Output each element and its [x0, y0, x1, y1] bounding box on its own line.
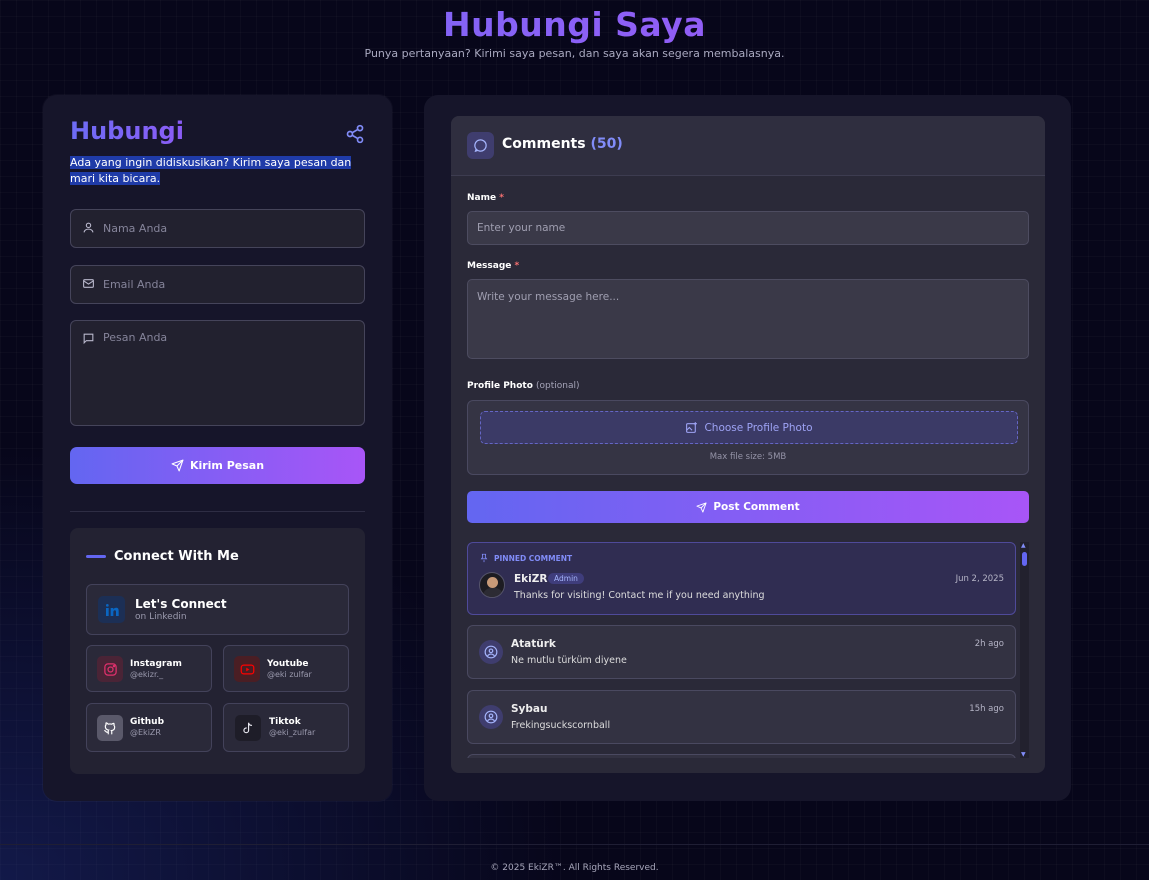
pin-icon [480, 553, 488, 563]
comment-time: 15h ago [969, 704, 1004, 714]
pinned-comment: PINNED COMMENT EkiZR Admin Jun 2, 2025 T… [467, 542, 1016, 615]
contact-card: Hubungi Ada yang ingin didiskusikan? Kir… [43, 95, 392, 801]
message-input[interactable] [103, 331, 356, 411]
user-icon [83, 222, 94, 233]
comment-author: Sybau [511, 703, 548, 715]
photo-upload-area: Choose Profile Photo Max file size: 5MB [467, 400, 1029, 475]
github-name: Github [130, 717, 165, 727]
comments-list[interactable]: PINNED COMMENT EkiZR Admin Jun 2, 2025 T… [467, 542, 1029, 758]
comment-item: Sybau 15h ago Frekingsuckscornball [467, 690, 1016, 744]
user-circle-icon [479, 705, 503, 729]
connect-title: Connect With Me [86, 549, 239, 564]
comment-message: Ne mutlu türküm diyene [511, 655, 627, 666]
email-field[interactable] [70, 265, 365, 304]
comment-name-input[interactable] [467, 211, 1029, 245]
tiktok-name: Tiktok [269, 717, 301, 727]
message-field[interactable] [70, 320, 365, 426]
name-field[interactable] [70, 209, 365, 248]
admin-badge: Admin [548, 573, 584, 584]
comments-count: (50) [590, 136, 623, 152]
connect-section: Connect With Me Let's Connect on Linkedi… [70, 528, 365, 774]
comments-panel: Comments (50) Name * Message * Profile P… [451, 116, 1045, 773]
post-comment-button[interactable]: Post Comment [467, 491, 1029, 523]
tiktok-handle: @eki_zulfar [269, 728, 316, 737]
max-file-size: Max file size: 5MB [709, 452, 787, 462]
linkedin-handle: on Linkedin [135, 612, 187, 622]
linkedin-icon [98, 596, 125, 623]
photo-label: Profile Photo (optional) [467, 381, 580, 391]
name-label: Name * [467, 193, 504, 203]
youtube-icon [234, 656, 260, 682]
comment-author: EkiZR [514, 573, 548, 585]
github-link[interactable]: Github @EkiZR [86, 703, 212, 752]
divider [70, 511, 365, 512]
comments-card: Comments (50) Name * Message * Profile P… [424, 95, 1071, 801]
comment-time: 2h ago [974, 639, 1004, 649]
scrollbar-thumb[interactable] [1022, 552, 1027, 566]
comment-message: Thanks for visiting! Contact me if you n… [514, 590, 765, 601]
image-plus-icon [686, 422, 698, 433]
github-icon [97, 715, 123, 741]
page-title: Hubungi Saya [0, 6, 1149, 44]
user-circle-icon [479, 640, 503, 664]
title-accent-bar [86, 555, 106, 558]
pinned-label: PINNED COMMENT [479, 553, 572, 563]
comment-author: Atatürk [511, 638, 556, 650]
linkedin-link[interactable]: Let's Connect on Linkedin [86, 584, 349, 635]
email-input[interactable] [103, 266, 356, 303]
comment-message: Frekingsuckscornball [511, 720, 611, 731]
mail-icon [83, 279, 94, 288]
comment-message-input[interactable] [467, 279, 1029, 359]
comment-time: Jun 2, 2025 [955, 574, 1004, 584]
share-icon[interactable] [345, 124, 365, 144]
linkedin-name: Let's Connect [135, 597, 227, 611]
comments-header: Comments (50) [451, 116, 1045, 176]
instagram-link[interactable]: Instagram @ekizr._ [86, 645, 212, 692]
github-handle: @EkiZR [130, 728, 161, 737]
message-label: Message * [467, 261, 520, 271]
scroll-down-icon[interactable]: ▼ [1021, 751, 1026, 758]
tiktok-icon [235, 715, 261, 741]
contact-subtitle: Ada yang ingin didiskusikan? Kirim saya … [70, 156, 352, 185]
contact-title: Hubungi [70, 117, 184, 145]
send-icon [696, 501, 707, 513]
footer: © 2025 EkiZR™. All Rights Reserved. [0, 844, 1149, 880]
name-input[interactable] [103, 210, 356, 247]
comments-title: Comments (50) [502, 136, 623, 152]
page-subtitle: Punya pertanyaan? Kirimi saya pesan, dan… [364, 47, 785, 60]
message-icon [83, 333, 94, 345]
comments-scrollbar[interactable]: ▲ ▼ [1020, 542, 1029, 758]
comment-item-partial [467, 754, 1016, 758]
tiktok-link[interactable]: Tiktok @eki_zulfar [223, 703, 349, 752]
chat-bubble-icon [467, 132, 494, 159]
instagram-name: Instagram [130, 659, 182, 669]
scroll-up-icon[interactable]: ▲ [1021, 542, 1026, 549]
youtube-handle: @eki zulfar [267, 670, 312, 679]
youtube-link[interactable]: Youtube @eki zulfar [223, 645, 349, 692]
avatar [479, 572, 505, 598]
send-button[interactable]: Kirim Pesan [70, 447, 365, 484]
page-header: Hubungi Saya Punya pertanyaan? Kirimi sa… [0, 6, 1149, 61]
send-icon [171, 459, 184, 472]
instagram-icon [97, 656, 123, 682]
choose-photo-button[interactable]: Choose Profile Photo [480, 411, 1018, 444]
comment-item: Atatürk 2h ago Ne mutlu türküm diyene [467, 625, 1016, 679]
youtube-name: Youtube [267, 659, 309, 669]
instagram-handle: @ekizr._ [130, 670, 164, 679]
